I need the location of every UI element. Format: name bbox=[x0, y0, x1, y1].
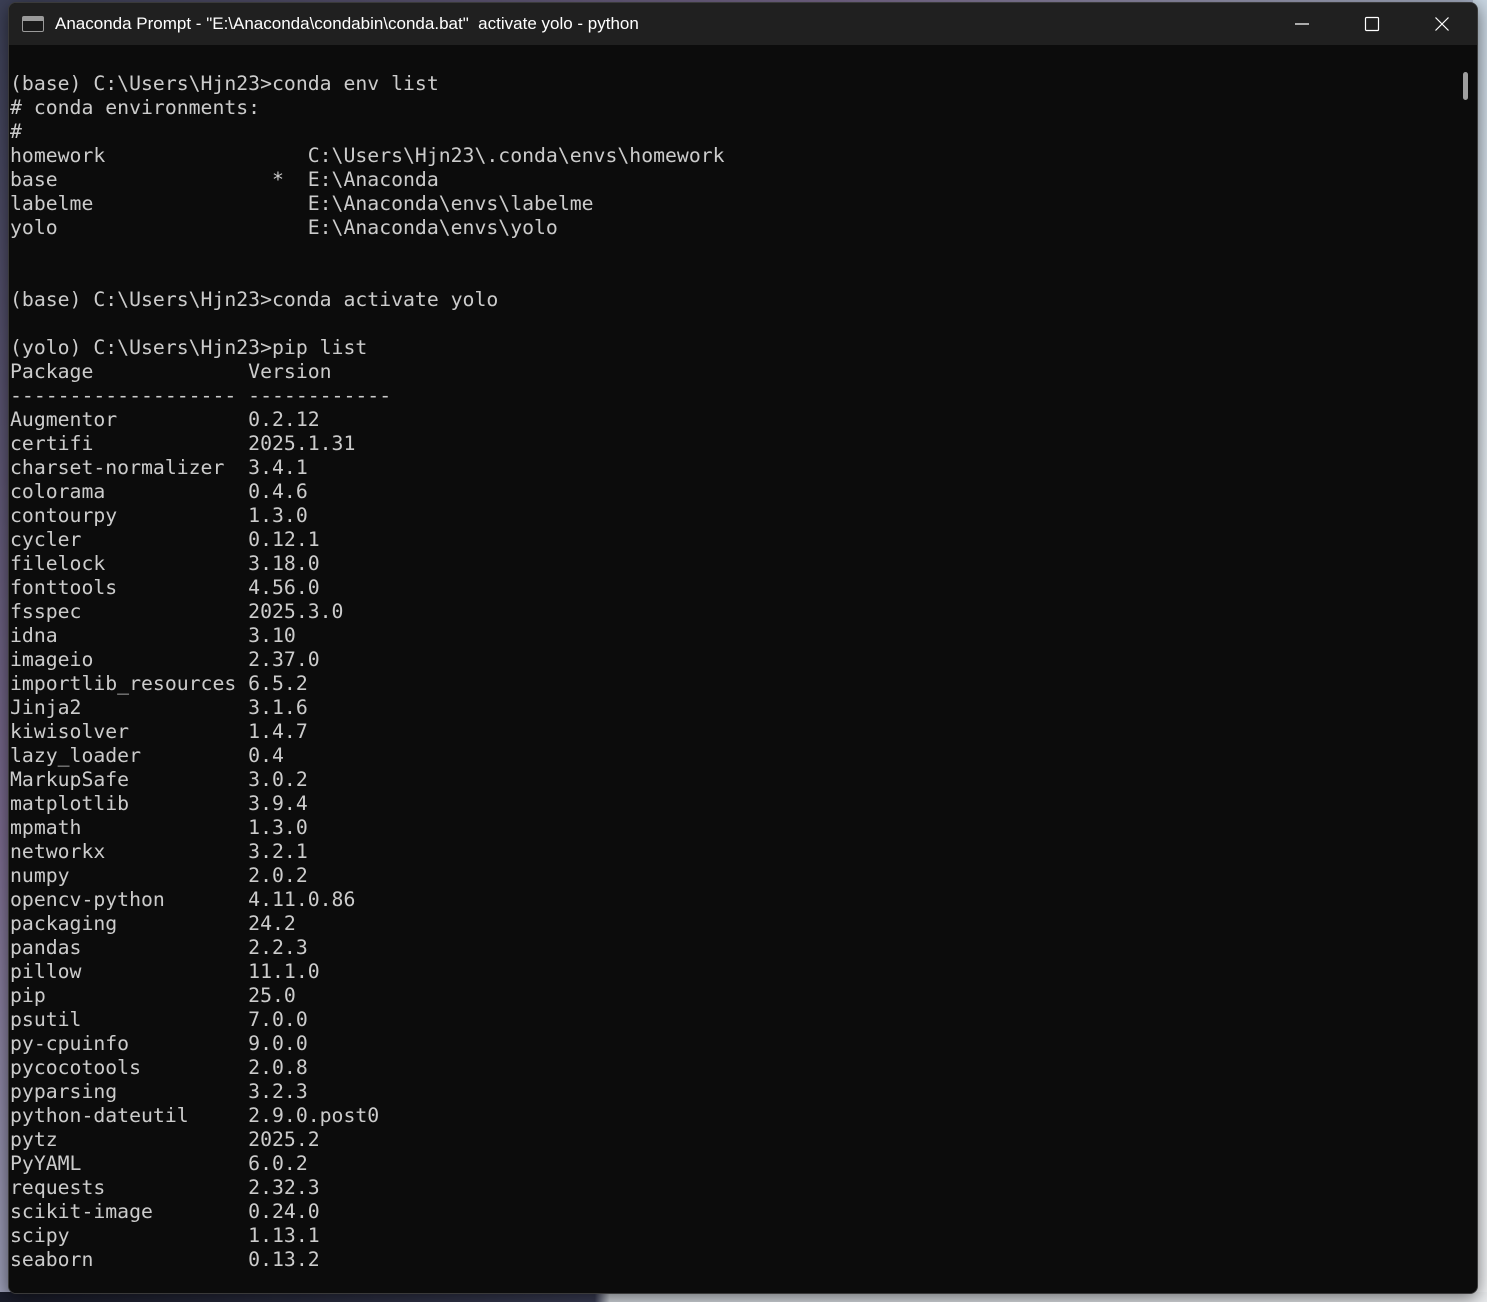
terminal-line: networkx 3.2.1 bbox=[10, 840, 308, 863]
close-button[interactable] bbox=[1407, 3, 1477, 45]
minimize-button[interactable] bbox=[1267, 3, 1337, 45]
close-icon bbox=[1434, 16, 1450, 32]
terminal-line: homework C:\Users\Hjn23\.conda\envs\home… bbox=[10, 144, 725, 167]
maximize-button[interactable] bbox=[1337, 3, 1407, 45]
terminal-line: MarkupSafe 3.0.2 bbox=[10, 768, 308, 791]
terminal-line: cycler 0.12.1 bbox=[10, 528, 320, 551]
terminal-line: colorama 0.4.6 bbox=[10, 480, 308, 503]
window-title: Anaconda Prompt - "E:\Anaconda\condabin\… bbox=[55, 14, 639, 33]
terminal-line: (yolo) C:\Users\Hjn23>pip list bbox=[10, 336, 368, 359]
terminal-line: charset-normalizer 3.4.1 bbox=[10, 456, 308, 479]
terminal-line: numpy 2.0.2 bbox=[10, 864, 308, 887]
terminal-line: imageio 2.37.0 bbox=[10, 648, 320, 671]
terminal-line: psutil 7.0.0 bbox=[10, 1008, 308, 1031]
terminal-app-icon[interactable] bbox=[22, 16, 44, 32]
terminal-line: # bbox=[10, 120, 22, 143]
terminal-line: py-cpuinfo 9.0.0 bbox=[10, 1032, 308, 1055]
terminal-line: scikit-image 0.24.0 bbox=[10, 1200, 320, 1223]
terminal-line: base * E:\Anaconda bbox=[10, 168, 439, 191]
terminal-line: packaging 24.2 bbox=[10, 912, 296, 935]
maximize-icon bbox=[1364, 16, 1380, 32]
terminal-line: Jinja2 3.1.6 bbox=[10, 696, 308, 719]
vertical-scrollbar[interactable] bbox=[1451, 45, 1477, 1293]
terminal-line: mpmath 1.3.0 bbox=[10, 816, 308, 839]
terminal-line: fonttools 4.56.0 bbox=[10, 576, 320, 599]
terminal-line: python-dateutil 2.9.0.post0 bbox=[10, 1104, 380, 1127]
terminal-line: fsspec 2025.3.0 bbox=[10, 600, 344, 623]
terminal-line: requests 2.32.3 bbox=[10, 1176, 320, 1199]
terminal-line: matplotlib 3.9.4 bbox=[10, 792, 308, 815]
terminal-line: # conda environments: bbox=[10, 96, 261, 119]
terminal-text[interactable]: (base) C:\Users\Hjn23>conda env list # co… bbox=[9, 45, 1451, 1272]
terminal-line: importlib_resources 6.5.2 bbox=[10, 672, 308, 695]
terminal-line: labelme E:\Anaconda\envs\labelme bbox=[10, 192, 594, 215]
terminal-line: pyparsing 3.2.3 bbox=[10, 1080, 308, 1103]
minimize-icon bbox=[1294, 16, 1310, 32]
terminal-line: seaborn 0.13.2 bbox=[10, 1248, 320, 1271]
caption-buttons bbox=[1267, 3, 1477, 45]
terminal-line: PyYAML 6.0.2 bbox=[10, 1152, 308, 1175]
terminal-output-area[interactable]: (base) C:\Users\Hjn23>conda env list # co… bbox=[9, 45, 1451, 1293]
terminal-line: scipy 1.13.1 bbox=[10, 1224, 320, 1247]
anaconda-prompt-window: Anaconda Prompt - "E:\Anaconda\condabin\… bbox=[8, 2, 1478, 1294]
terminal-line: pip 25.0 bbox=[10, 984, 296, 1007]
title-bar[interactable]: Anaconda Prompt - "E:\Anaconda\condabin\… bbox=[9, 3, 1477, 45]
terminal-line: contourpy 1.3.0 bbox=[10, 504, 308, 527]
terminal-line: certifi 2025.1.31 bbox=[10, 432, 356, 455]
terminal-line: Package Version bbox=[10, 360, 332, 383]
terminal-line: (base) C:\Users\Hjn23>conda env list bbox=[10, 72, 439, 95]
terminal-line: pytz 2025.2 bbox=[10, 1128, 320, 1151]
terminal-line: pandas 2.2.3 bbox=[10, 936, 308, 959]
terminal-line: filelock 3.18.0 bbox=[10, 552, 320, 575]
terminal-line: pycocotools 2.0.8 bbox=[10, 1056, 308, 1079]
terminal-line: Augmentor 0.2.12 bbox=[10, 408, 320, 431]
terminal-line: opencv-python 4.11.0.86 bbox=[10, 888, 356, 911]
terminal-line: lazy_loader 0.4 bbox=[10, 744, 284, 767]
terminal-line: (base) C:\Users\Hjn23>conda activate yol… bbox=[10, 288, 499, 311]
terminal-line: ------------------- ------------ bbox=[10, 384, 392, 407]
terminal-line: kiwisolver 1.4.7 bbox=[10, 720, 308, 743]
terminal-line: pillow 11.1.0 bbox=[10, 960, 320, 983]
terminal-line: idna 3.10 bbox=[10, 624, 296, 647]
scrollbar-thumb[interactable] bbox=[1463, 72, 1468, 100]
terminal-line: yolo E:\Anaconda\envs\yolo bbox=[10, 216, 558, 239]
